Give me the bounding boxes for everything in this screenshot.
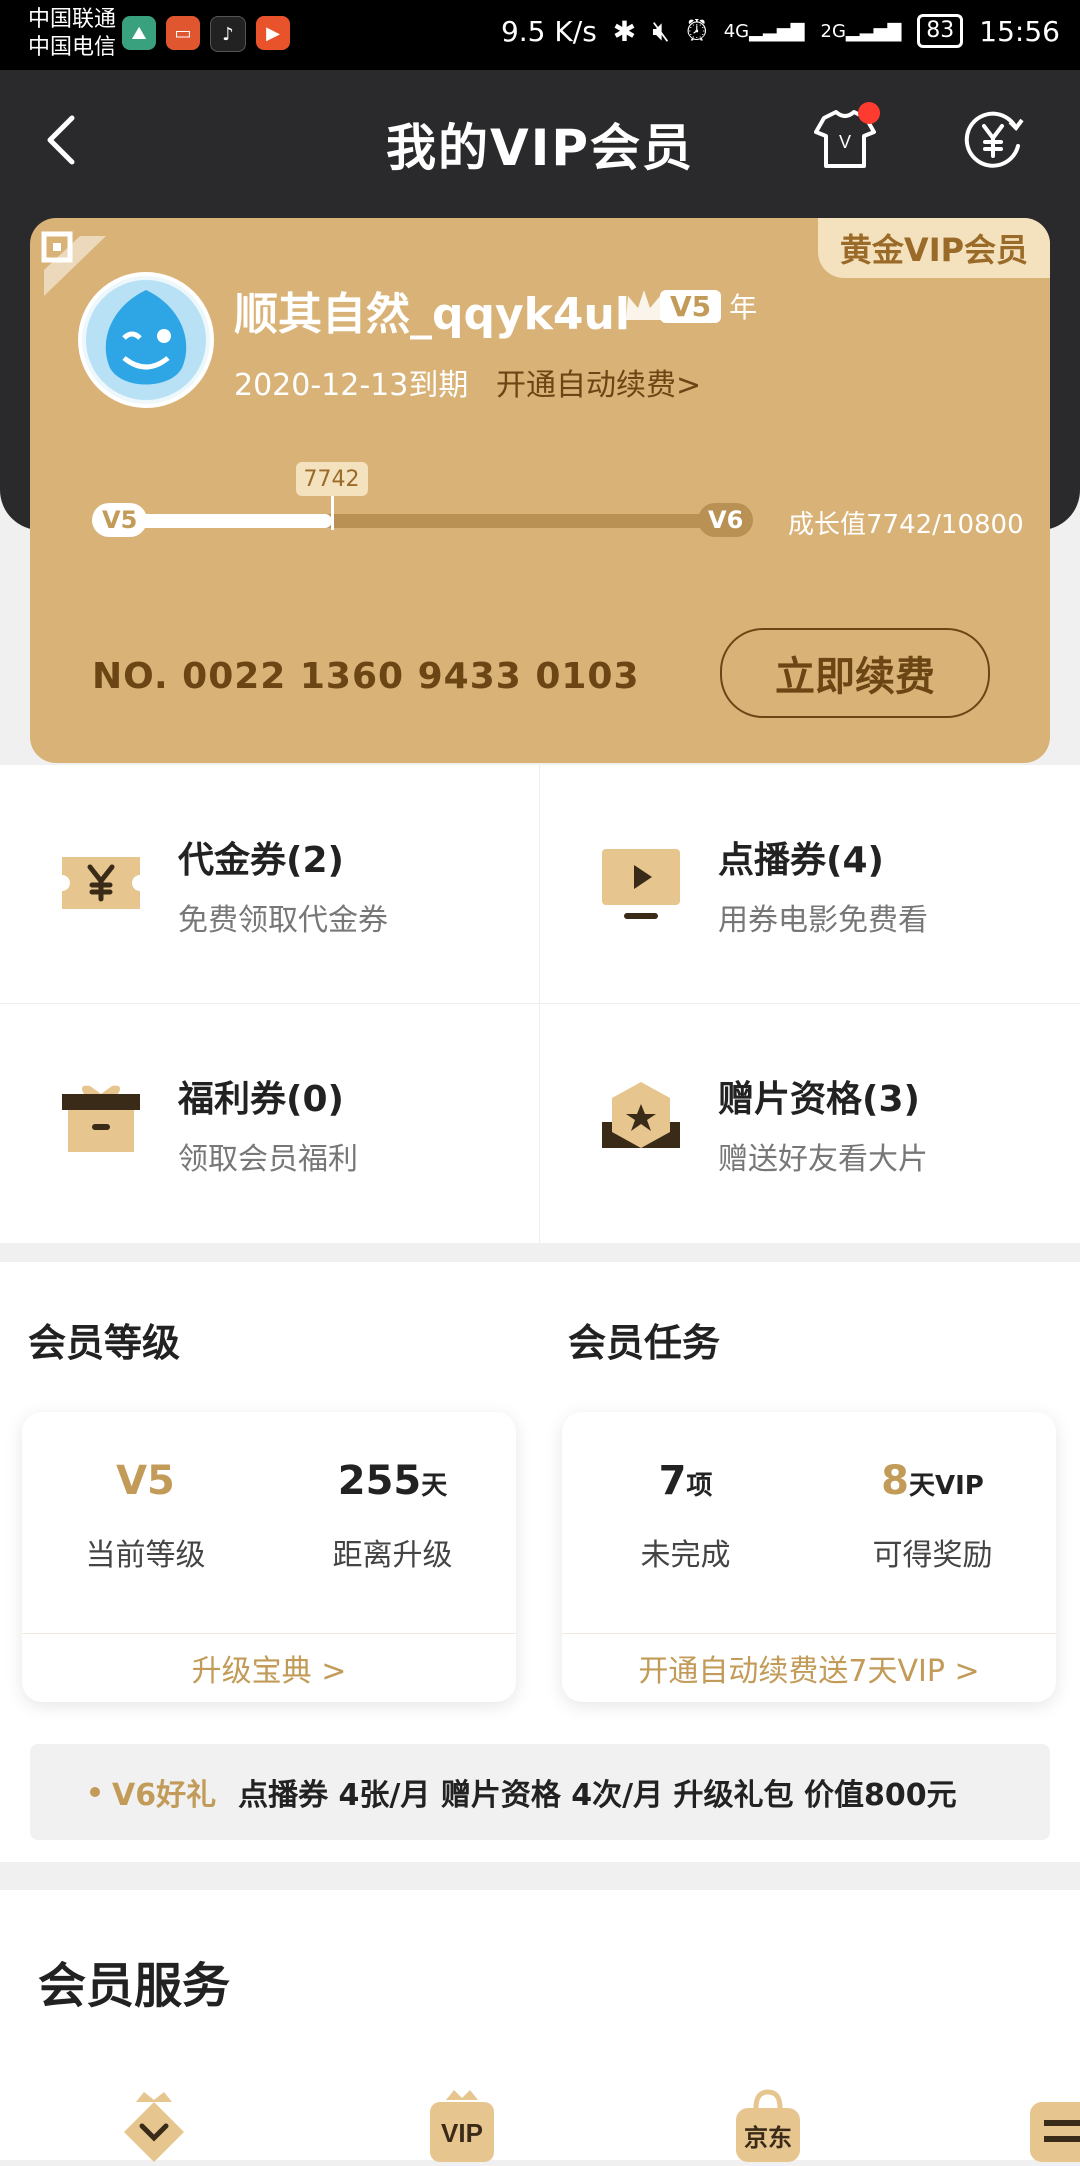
days-value: 255: [337, 1458, 422, 1504]
autorenew-gift-link[interactable]: 开通自动续费送7天VIP >: [562, 1633, 1056, 1702]
progress-marker-line: [330, 496, 334, 530]
vip-shirt-button[interactable]: V: [810, 102, 880, 174]
coupon-gift-movie[interactable]: 赠片资格(3) 赠送好友看大片: [540, 1004, 1080, 1243]
member-services: 会员服务 VIP 京东: [0, 1890, 1080, 2162]
coupon-grid: 代金券(2) 免费领取代金券 点播券(4) 用券电影免费看 福利券(0) 领取会…: [0, 765, 1080, 1243]
days-label: 距离升级: [332, 1538, 453, 1573]
mute-icon: 🔇︎: [652, 14, 670, 47]
level-badge: V5 年: [622, 284, 757, 328]
reward-unit: 天VIP: [908, 1471, 984, 1501]
progress-marker: 7742: [295, 462, 368, 496]
battery-icon: 83: [917, 14, 964, 48]
notification-dot: [858, 102, 880, 124]
current-level-label: 当前等级: [85, 1538, 206, 1573]
carrier-1: 中国联通: [28, 7, 117, 32]
coupon-subtitle: 用券电影免费看: [718, 903, 928, 938]
app-icon: ⛰: [122, 16, 156, 50]
video-app-icon: ▶: [256, 16, 290, 50]
page-title: 我的VIP会员: [386, 119, 694, 177]
play-screen-icon: [602, 849, 680, 919]
pending-label: 未完成: [640, 1538, 731, 1573]
coupon-subtitle: 领取会员福利: [178, 1142, 358, 1177]
notification-icons: ⛰ ▭ ♪ ▶: [122, 16, 290, 52]
coupon-title: 代金券(2): [178, 840, 344, 881]
member-level-title: 会员等级: [28, 1321, 181, 1365]
current-level-stat: V5 当前等级: [22, 1458, 269, 1574]
yen-ticket-icon: [62, 857, 140, 909]
svg-text:V: V: [839, 132, 851, 152]
level-end-chip: V6: [698, 503, 754, 537]
status-right: 9.5 K/s ✱ 🔇︎ ⏰︎ 4G▂▃▅▇ 2G▂▃▅▇ 83 15:56: [501, 14, 1060, 48]
bullet-dot: [90, 1787, 100, 1797]
bluetooth-icon: ✱: [612, 14, 637, 48]
coupon-cash[interactable]: 代金券(2) 免费领取代金券: [0, 765, 540, 1004]
reward-label: 可得奖励: [872, 1538, 993, 1573]
signal-4g-icon: 4G▂▃▅▇: [723, 20, 805, 42]
perk-tag: V6好礼: [112, 1778, 217, 1813]
coupon-title: 赠片资格(3): [718, 1079, 920, 1120]
vip-badge-icon[interactable]: VIP: [422, 2086, 502, 2166]
current-level-value: V5: [116, 1458, 175, 1504]
app-icon: ▭: [166, 16, 200, 50]
network-speed: 9.5 K/s: [500, 14, 597, 48]
level-chip: V5: [660, 289, 722, 323]
services-title: 会员服务: [38, 1958, 231, 2014]
coupon-vod[interactable]: 点播券(4) 用券电影免费看: [540, 765, 1080, 1004]
v6-perk-bar[interactable]: V6好礼 点播券 4张/月 赠片资格 4次/月 升级礼包 价值800元: [30, 1744, 1050, 1840]
menu-icon[interactable]: [1030, 2086, 1080, 2166]
coupon-title: 福利券(0): [178, 1079, 344, 1120]
pending-value: 7: [658, 1458, 687, 1504]
yen-refresh-icon: [964, 111, 1024, 168]
reward-value: 8: [881, 1458, 909, 1504]
avatar-image: [86, 280, 206, 400]
renew-button[interactable]: 立即续费: [720, 628, 990, 718]
days-unit: 天: [421, 1471, 448, 1501]
status-bar: 中国联通 中国电信 ⛰ ▭ ♪ ▶ 9.5 K/s ✱ 🔇︎ ⏰︎ 4G▂▃▅▇…: [0, 0, 1080, 70]
yen-button[interactable]: [958, 104, 1028, 174]
level-year: 年: [729, 291, 758, 324]
clock: 15:56: [979, 14, 1060, 48]
upgrade-guide-link[interactable]: 升级宝典 >: [22, 1633, 516, 1702]
gift-box-icon: [62, 1085, 140, 1152]
vip-card: 黄金VIP会员 顺其自然_qqyk4ul V5 年 2020-12-13到期 开…: [30, 218, 1050, 763]
expire-date: 2020-12-13到期: [234, 368, 469, 403]
growth-value: 成长值7742/10800: [788, 510, 1024, 540]
member-task-card[interactable]: 7项 未完成 8天VIP 可得奖励 开通自动续费送7天VIP >: [562, 1412, 1056, 1702]
coupon-welfare[interactable]: 福利券(0) 领取会员福利: [0, 1004, 540, 1243]
level-start-chip: V5: [92, 503, 148, 537]
carrier-2: 中国电信: [28, 35, 117, 60]
alarm-icon: ⏰︎: [685, 14, 708, 47]
star-badge-icon: [602, 1082, 680, 1148]
jd-bag-icon[interactable]: 京东: [728, 2086, 808, 2166]
username: 顺其自然_qqyk4ul: [234, 289, 630, 340]
coupon-subtitle: 免费领取代金券: [178, 903, 388, 938]
member-level-card[interactable]: V5 当前等级 255天 距离升级 升级宝典 >: [22, 1412, 516, 1702]
member-task-title: 会员任务: [568, 1321, 721, 1365]
reward-stat: 8天VIP 可得奖励: [809, 1458, 1056, 1574]
avatar[interactable]: [78, 272, 214, 408]
growth-progress-track: [92, 514, 752, 528]
coupon-subtitle: 赠送好友看大片: [718, 1142, 928, 1177]
jd-label: 京东: [744, 2124, 792, 2152]
down-badge-icon[interactable]: [114, 2086, 194, 2166]
carrier-info: 中国联通 中国电信: [28, 6, 116, 62]
perk-text: 点播券 4张/月 赠片资格 4次/月 升级礼包 价值800元: [238, 1778, 957, 1813]
coupon-title: 点播券(4): [718, 840, 884, 881]
tiktok-icon: ♪: [210, 16, 246, 52]
vip-label: VIP: [441, 2118, 483, 2148]
card-number: NO. 0022 1360 9433 0103: [92, 656, 640, 697]
days-to-upgrade-stat: 255天 距离升级: [269, 1458, 516, 1574]
pending-task-stat: 7项 未完成: [562, 1458, 809, 1574]
pending-unit: 项: [686, 1471, 713, 1501]
vip-tier-badge: 黄金VIP会员: [818, 218, 1050, 278]
signal-2g-icon: 2G▂▃▅▇: [820, 20, 902, 42]
autorenew-link[interactable]: 开通自动续费>: [496, 360, 701, 404]
